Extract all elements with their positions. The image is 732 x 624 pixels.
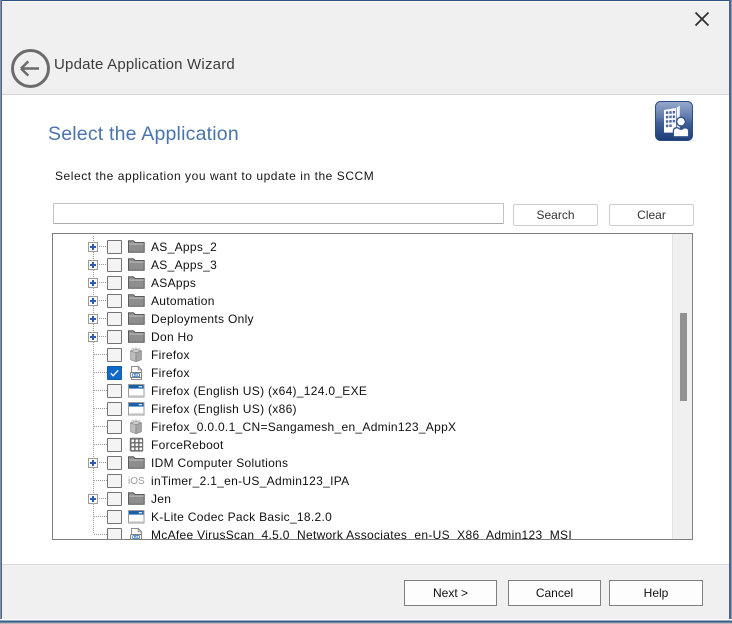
svg-text:H2: H2 [134, 535, 139, 539]
svg-text:H2: H2 [134, 373, 139, 377]
svg-text:iOS: iOS [128, 476, 145, 487]
